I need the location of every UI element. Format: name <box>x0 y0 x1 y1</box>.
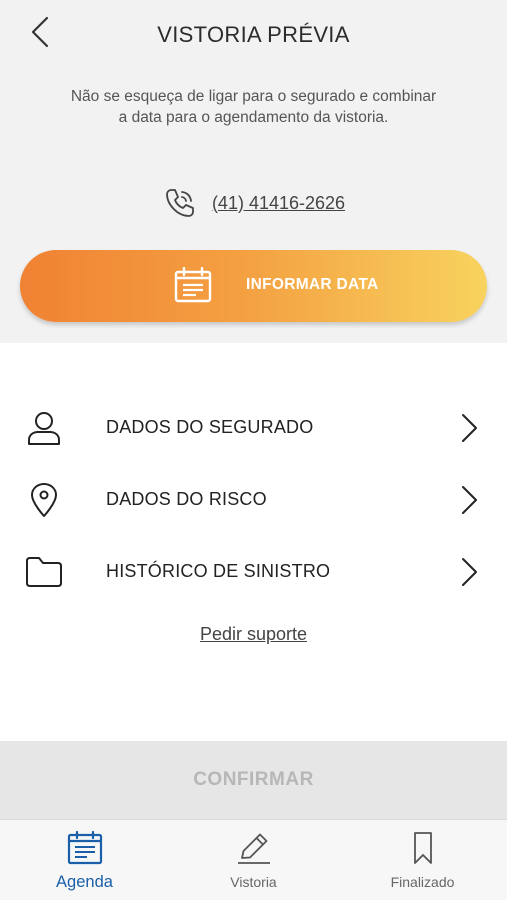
menu-item-label: HISTÓRICO DE SINISTRO <box>106 561 331 581</box>
pencil-icon <box>234 828 274 868</box>
phone-number-link[interactable]: (41) 41416-2626 <box>212 193 345 214</box>
menu-item-dados-segurado[interactable]: DADOS DO SEGURADO <box>0 398 507 458</box>
menu-item-historico-sinistro[interactable]: HISTÓRICO DE SINISTRO <box>0 542 507 602</box>
screen: VISTORIA PRÉVIA Não se esqueça de ligar … <box>0 0 507 900</box>
nav-tab-finalizado[interactable]: Finalizado <box>338 820 507 900</box>
chevron-right-icon <box>462 558 477 586</box>
nav-tab-vistoria[interactable]: Vistoria <box>169 820 338 900</box>
nav-tab-agenda[interactable]: Agenda <box>0 820 169 900</box>
menu-item-label: DADOS DO SEGURADO <box>106 417 314 437</box>
confirm-label: CONFIRMAR <box>193 769 314 790</box>
bottom-navigation: Agenda Vistoria Finalizado <box>0 819 507 900</box>
nav-tab-label: Vistoria <box>230 874 277 890</box>
menu-item-dados-risco[interactable]: DADOS DO RISCO <box>0 470 507 530</box>
chevron-right-icon <box>462 486 477 514</box>
calendar-list-icon <box>174 267 212 303</box>
bookmark-icon <box>403 828 443 868</box>
nav-tab-label: Finalizado <box>390 874 455 890</box>
header-panel: VISTORIA PRÉVIA Não se esqueça de ligar … <box>0 0 507 343</box>
page-title: VISTORIA PRÉVIA <box>157 22 350 47</box>
chevron-right-icon <box>462 414 477 442</box>
support-row: Pedir suporte <box>0 624 507 645</box>
inform-date-button[interactable]: INFORMAR DATA <box>20 250 487 322</box>
inform-date-label: INFORMAR DATA <box>246 276 379 293</box>
nav-tab-label: Agenda <box>56 873 113 891</box>
phone-call-icon <box>162 185 198 221</box>
calendar-list-icon <box>65 828 105 868</box>
confirm-button[interactable]: CONFIRMAR <box>0 741 507 819</box>
support-link[interactable]: Pedir suporte <box>200 624 307 644</box>
location-pin-icon <box>24 480 64 520</box>
phone-row: (41) 41416-2626 <box>0 186 507 220</box>
folder-icon <box>24 552 64 592</box>
menu-item-label: DADOS DO RISCO <box>106 489 267 509</box>
instruction-text: Não se esqueça de ligar para o segurado … <box>70 88 437 126</box>
person-icon <box>24 408 64 448</box>
